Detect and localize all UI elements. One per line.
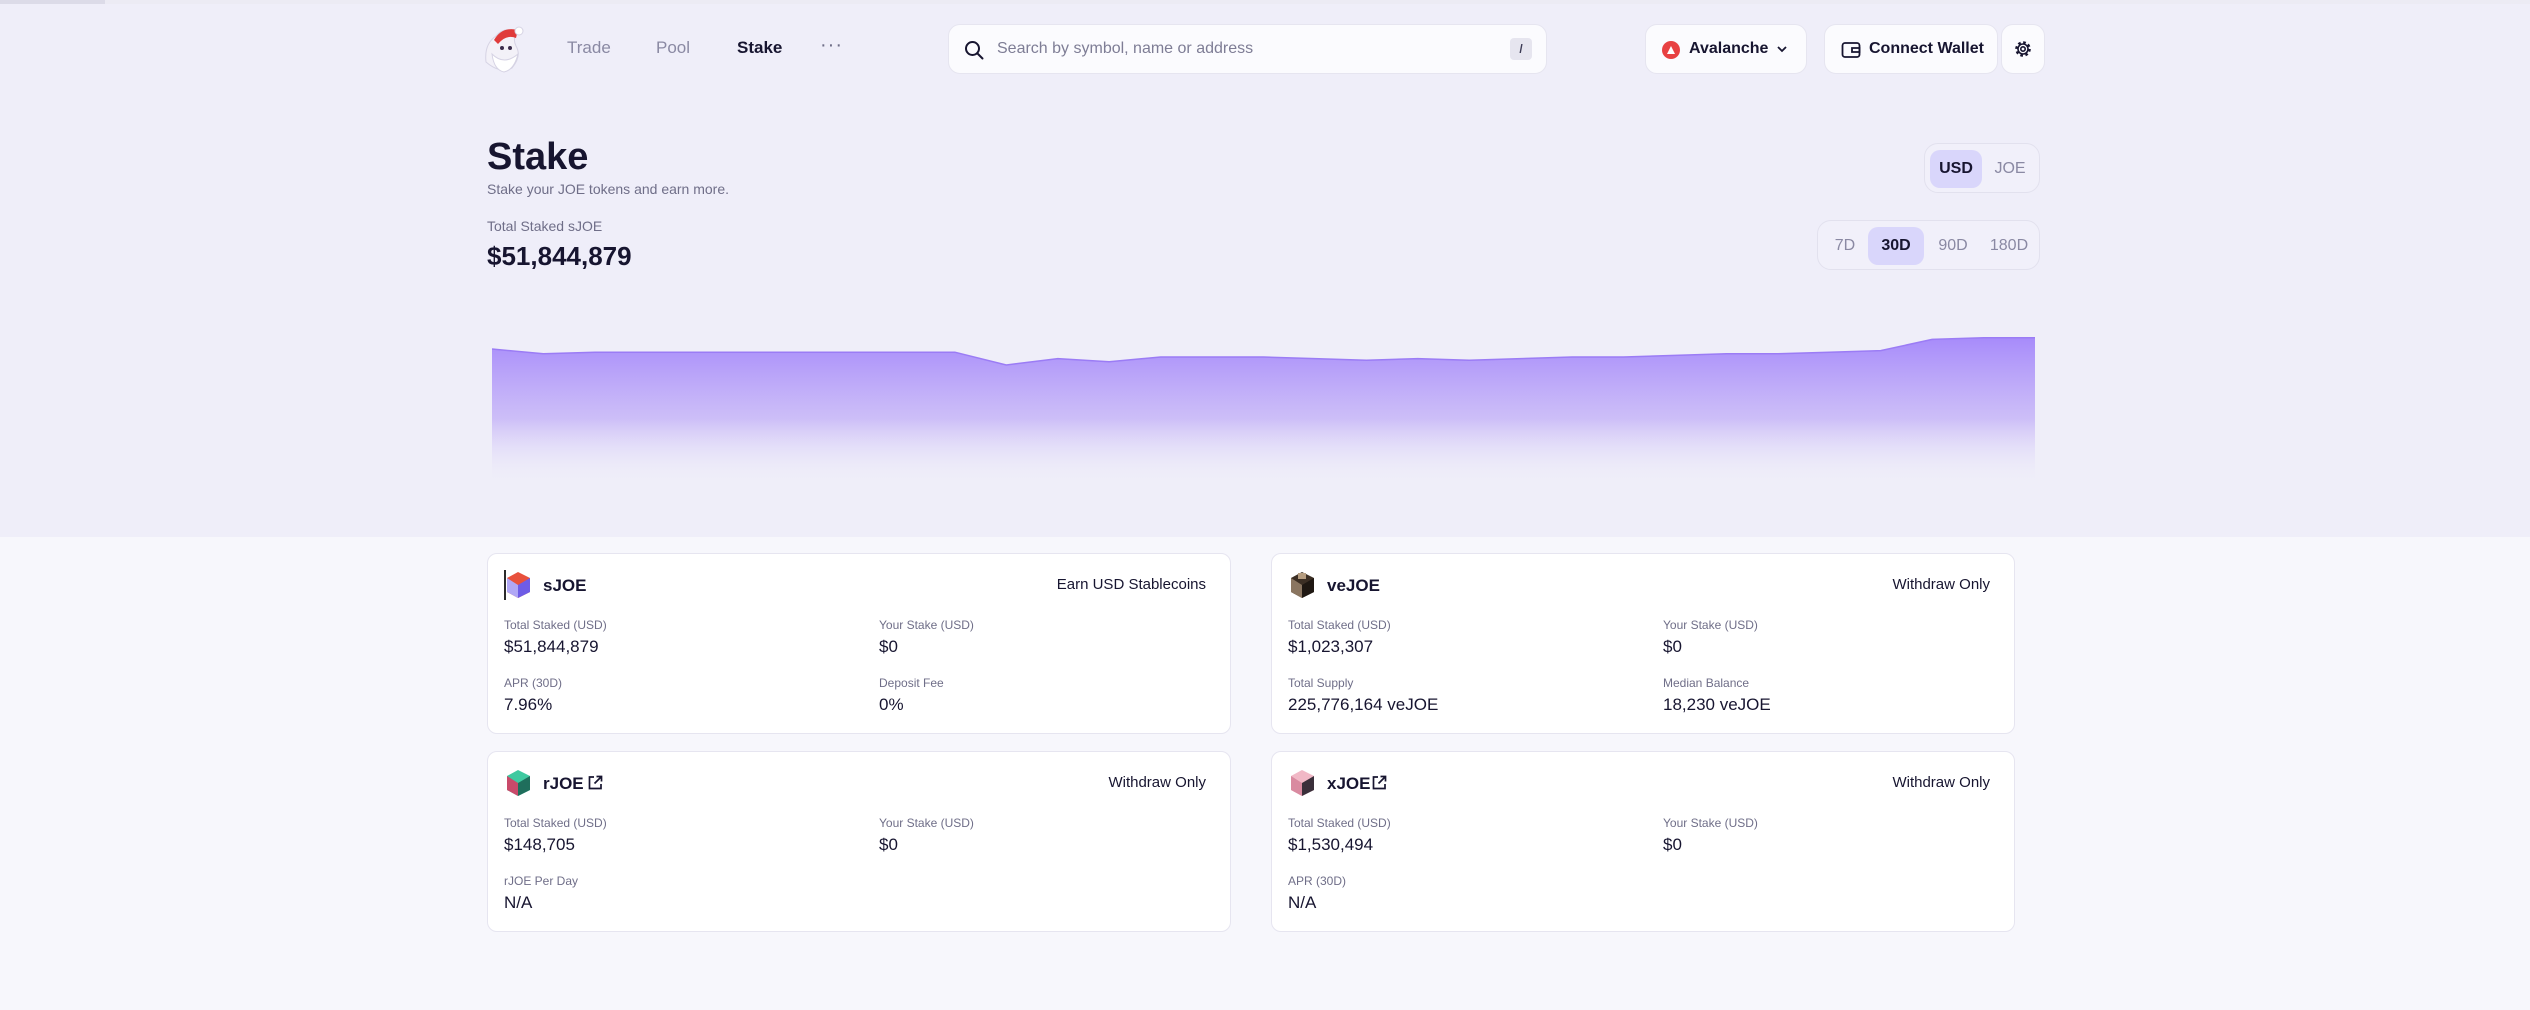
deposit-fee-value: 0%: [879, 695, 904, 714]
currency-option-joe[interactable]: JOE: [1985, 150, 2035, 188]
top-navigation-bar: Trade Pool Stake ··· / Avalanche Connect…: [0, 4, 2530, 90]
your-stake-usd-value: $0: [1663, 637, 1682, 656]
network-label: Avalanche: [1689, 40, 1769, 57]
earn-usd-stablecoins-link[interactable]: Earn USD Stablecoins: [1057, 576, 1206, 593]
rjoe-token-icon: [507, 770, 530, 796]
total-staked-value: $51,844,879: [487, 241, 632, 271]
apr-value: N/A: [1288, 893, 1317, 912]
total-supply-label: Total Supply: [1288, 676, 1354, 690]
search-input[interactable]: [997, 36, 1477, 62]
rjoe-per-day-value: N/A: [504, 893, 533, 912]
network-selector-button[interactable]: Avalanche: [1645, 24, 1807, 74]
your-stake-usd-label: Your Stake (USD): [1663, 816, 1758, 830]
card-title-vejoe: veJOE: [1327, 576, 1380, 595]
joe-logo[interactable]: [482, 22, 528, 74]
total-staked-usd-value: $148,705: [504, 835, 575, 854]
withdraw-only-badge-vejoe[interactable]: Withdraw Only: [1892, 576, 1990, 593]
page-title: Stake: [487, 136, 589, 178]
settings-button[interactable]: [2001, 24, 2045, 74]
search-bar[interactable]: /: [948, 24, 1547, 74]
currency-toggle: USD JOE: [1924, 143, 2040, 193]
apr-label: APR (30D): [1288, 874, 1347, 888]
nav-stake[interactable]: Stake: [737, 38, 782, 58]
sjoe-token-icon: [504, 570, 530, 600]
stake-card-rjoe[interactable]: rJOE Withdraw Only Total Staked (USD) $1…: [487, 751, 1231, 932]
total-staked-label: Total Staked sJOE: [487, 218, 603, 234]
connect-wallet-button[interactable]: Connect Wallet: [1824, 24, 1998, 74]
withdraw-only-badge-xjoe[interactable]: Withdraw Only: [1892, 774, 1990, 791]
avalanche-icon: [1662, 41, 1680, 59]
total-staked-usd-value: $51,844,879: [504, 637, 599, 656]
median-balance-value: 18,230 veJOE: [1663, 695, 1771, 714]
range-option-30d[interactable]: 30D: [1868, 227, 1924, 265]
apr-label: APR (30D): [504, 676, 563, 690]
total-staked-usd-label: Total Staked (USD): [1288, 816, 1391, 830]
nav-pool[interactable]: Pool: [656, 38, 690, 58]
staked-area-chart: [491, 337, 2035, 485]
chevron-down-icon: [1777, 46, 1787, 53]
xjoe-token-icon: [1291, 770, 1314, 796]
time-range-toggle: 7D 30D 90D 180D: [1817, 220, 2040, 270]
stake-card-vejoe[interactable]: veJOE Withdraw Only Total Staked (USD) $…: [1271, 553, 2015, 734]
your-stake-usd-value: $0: [1663, 835, 1682, 854]
withdraw-only-badge-rjoe[interactable]: Withdraw Only: [1108, 774, 1206, 791]
card-title-xjoe: xJOE: [1327, 774, 1371, 793]
your-stake-usd-value: $0: [879, 835, 898, 854]
total-staked-usd-value: $1,530,494: [1288, 835, 1374, 854]
your-stake-usd-label: Your Stake (USD): [879, 816, 974, 830]
range-option-90d[interactable]: 90D: [1926, 227, 1980, 265]
search-shortcut-key: /: [1510, 38, 1532, 60]
stake-card-sjoe[interactable]: sJOE Earn USD Stablecoins Total Staked (…: [487, 553, 1231, 734]
wallet-icon: [1841, 42, 1861, 58]
stake-card-xjoe[interactable]: xJOE Withdraw Only Total Staked (USD) $1…: [1271, 751, 2015, 932]
your-stake-usd-value: $0: [879, 637, 898, 656]
nav-trade[interactable]: Trade: [567, 38, 611, 58]
external-link-icon[interactable]: [1370, 774, 1388, 792]
your-stake-usd-label: Your Stake (USD): [1663, 618, 1758, 632]
page-subtitle: Stake your JOE tokens and earn more.: [487, 181, 730, 197]
card-title-rjoe: rJOE: [543, 774, 584, 793]
card-title-sjoe: sJOE: [543, 576, 587, 595]
total-staked-usd-label: Total Staked (USD): [504, 618, 607, 632]
total-supply-value: 225,776,164 veJOE: [1288, 695, 1439, 714]
total-staked-usd-label: Total Staked (USD): [504, 816, 607, 830]
deposit-fee-label: Deposit Fee: [879, 676, 944, 690]
apr-value: 7.96%: [504, 695, 553, 714]
currency-option-usd[interactable]: USD: [1930, 150, 1982, 188]
connect-wallet-label: Connect Wallet: [1869, 40, 1984, 57]
total-staked-usd-label: Total Staked (USD): [1288, 618, 1391, 632]
gear-icon: [2015, 41, 2031, 57]
total-staked-usd-value: $1,023,307: [1288, 637, 1374, 656]
chart-area: [492, 337, 2035, 485]
staked-chart: [491, 325, 2035, 485]
range-option-180d[interactable]: 180D: [1982, 227, 2036, 265]
search-icon: [965, 41, 984, 60]
median-balance-label: Median Balance: [1663, 676, 1750, 690]
range-option-7d[interactable]: 7D: [1823, 227, 1867, 265]
vejoe-token-icon: [1291, 572, 1314, 598]
external-link-icon[interactable]: [586, 774, 604, 792]
more-menu-button[interactable]: ···: [820, 34, 843, 57]
your-stake-usd-label: Your Stake (USD): [879, 618, 974, 632]
rjoe-per-day-label: rJOE Per Day: [504, 874, 579, 888]
